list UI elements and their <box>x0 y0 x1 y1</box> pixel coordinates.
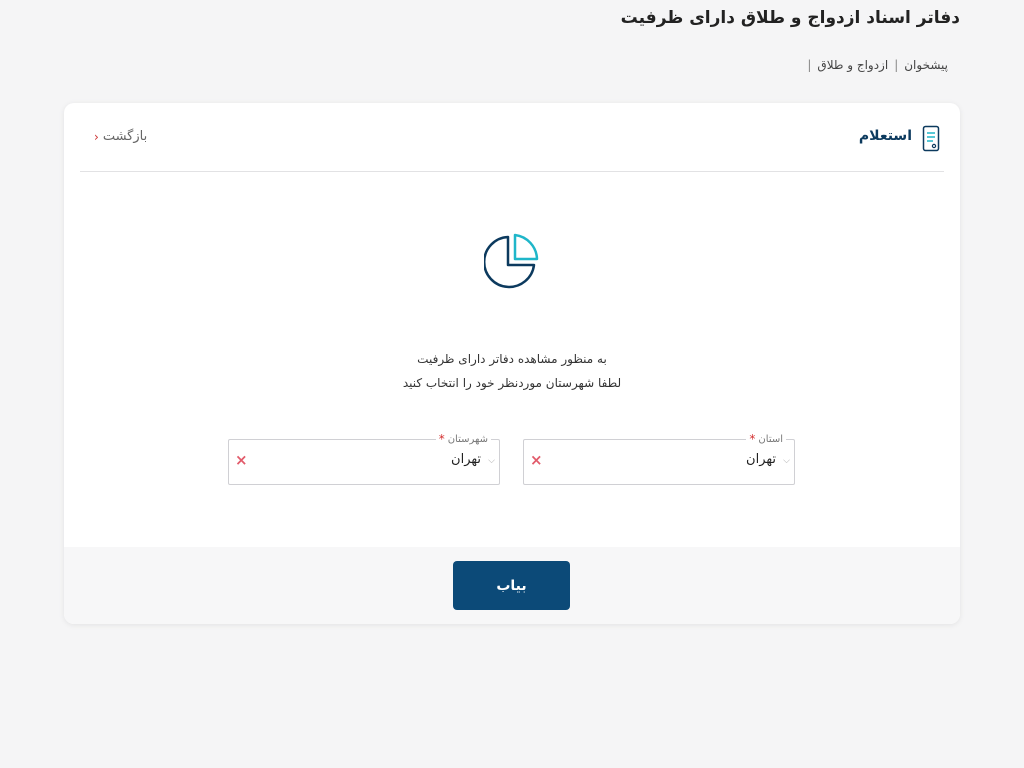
inquiry-card: استعلام بازگشت ‹ به منظور مشاهده دفاتر د… <box>64 103 960 624</box>
close-icon[interactable]: × <box>530 451 543 469</box>
province-label-text: استان <box>758 433 783 445</box>
province-select[interactable]: استان * ⌵ تهران × <box>523 432 795 485</box>
breadcrumb-home[interactable]: پیشخوان <box>904 58 948 72</box>
city-label-text: شهرستان <box>447 433 488 445</box>
chevron-down-icon[interactable]: ⌵ <box>783 456 790 466</box>
find-button[interactable]: بیاب <box>453 561 570 610</box>
chevron-down-icon[interactable]: ⌵ <box>488 456 495 466</box>
pie-chart-icon <box>484 233 539 289</box>
back-button[interactable]: بازگشت ‹ <box>94 129 147 144</box>
breadcrumb: پیشخوان | ازدواج و طلاق | <box>807 58 948 72</box>
message-line-1: به منظور مشاهده دفاتر دارای ظرفیت <box>417 352 607 366</box>
province-label: استان * <box>746 432 786 446</box>
back-label: بازگشت <box>102 129 148 144</box>
page-title: دفاتر اسناد ازدواج و طلاق دارای ظرفیت <box>620 8 960 28</box>
city-select[interactable]: شهرستان * ⌵ تهران × <box>228 432 500 485</box>
city-value: تهران <box>451 452 481 467</box>
message-line-2: لطفا شهرستان موردنظر خود را انتخاب کنید <box>402 376 622 390</box>
city-label: شهرستان * <box>435 432 491 446</box>
close-icon[interactable]: × <box>235 451 248 469</box>
province-value: تهران <box>746 452 776 467</box>
instruction-message: به منظور مشاهده دفاتر دارای ظرفیت لطفا ش… <box>64 347 960 395</box>
required-mark: * <box>749 432 756 446</box>
chevron-left-icon: ‹ <box>94 129 99 144</box>
card-footer: بیاب <box>64 547 960 624</box>
card-title: استعلام <box>858 128 912 144</box>
breadcrumb-separator: | <box>807 58 812 72</box>
card-header: استعلام بازگشت ‹ <box>80 103 944 172</box>
required-mark: * <box>438 432 445 446</box>
breadcrumb-separator: | <box>894 58 899 72</box>
breadcrumb-section[interactable]: ازدواج و طلاق <box>817 58 888 72</box>
document-icon <box>922 125 940 152</box>
